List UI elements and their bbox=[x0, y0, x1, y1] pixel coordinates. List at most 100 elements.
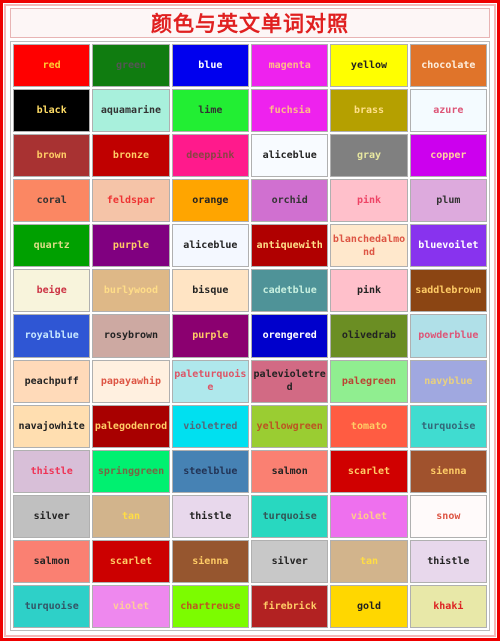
color-cell: turquoise bbox=[13, 584, 91, 628]
color-cell: snow bbox=[409, 494, 487, 538]
color-cell: orange bbox=[171, 179, 249, 223]
color-name-label: purple bbox=[192, 330, 229, 342]
color-table-wrapper: red green blue magenta yellow chocolate black a… bbox=[10, 41, 490, 631]
color-cell: salmon bbox=[13, 539, 91, 583]
color-name-label: sienna bbox=[192, 555, 229, 567]
color-cell: orengered bbox=[251, 314, 329, 358]
color-cell: steelblue bbox=[171, 449, 249, 493]
color-name-label: thistle bbox=[427, 555, 470, 567]
color-cell: peachpuff bbox=[13, 359, 91, 403]
color-name-label: thistle bbox=[30, 465, 73, 477]
color-cell: powderblue bbox=[409, 314, 487, 358]
color-name-label: bronze bbox=[112, 150, 150, 162]
color-name-label: aquamarine bbox=[100, 105, 162, 117]
color-cell: gold bbox=[330, 584, 408, 628]
color-name-label: sienna bbox=[430, 465, 467, 477]
color-cell: silver bbox=[13, 494, 91, 538]
color-name-label: orengered bbox=[262, 330, 317, 342]
color-name-label: azure bbox=[433, 105, 464, 117]
color-name-label: springgreen bbox=[97, 465, 165, 477]
color-name-label: firebrick bbox=[262, 600, 317, 612]
color-cell: scarlet bbox=[330, 449, 408, 493]
color-cell: gray bbox=[330, 134, 408, 178]
color-name-label: blue bbox=[198, 60, 223, 72]
color-name-label: yellow bbox=[350, 60, 388, 72]
color-cell: purple bbox=[92, 224, 170, 268]
color-cell: lime bbox=[171, 89, 249, 133]
color-cell: antiquewith bbox=[251, 224, 329, 268]
color-name-label: papayawhip bbox=[100, 375, 162, 387]
color-cell: papayawhip bbox=[92, 359, 170, 403]
color-name-label: salmon bbox=[33, 555, 70, 567]
color-name-label: lime bbox=[198, 105, 223, 117]
color-cell: aliceblue bbox=[171, 224, 249, 268]
color-name-label: navyblue bbox=[424, 375, 473, 387]
color-cell: coral bbox=[13, 179, 91, 223]
color-cell: beige bbox=[13, 269, 91, 313]
color-cell: copper bbox=[409, 134, 487, 178]
color-cell: brown bbox=[13, 134, 91, 178]
color-cell: palegreen bbox=[330, 359, 408, 403]
color-reference-page: 颜色与英文单词对照 red green blue magenta yellow choco… bbox=[0, 0, 500, 641]
color-name-label: khaki bbox=[433, 600, 464, 612]
color-name-label: brown bbox=[36, 150, 67, 162]
color-table: red green blue magenta yellow chocolate black a… bbox=[13, 44, 487, 628]
color-cell: olivedrab bbox=[330, 314, 408, 358]
color-name-label: peachpuff bbox=[24, 375, 79, 387]
color-cell: feldspar bbox=[92, 179, 170, 223]
color-name-label: turquoise bbox=[262, 510, 317, 522]
color-cell: khaki bbox=[409, 584, 487, 628]
color-name-label: navajowhite bbox=[18, 420, 85, 432]
color-name-label: deeppink bbox=[186, 150, 235, 162]
color-name-label: aliceblue bbox=[262, 150, 317, 162]
color-name-label: chocolate bbox=[421, 60, 476, 72]
color-cell: saddlebrown bbox=[409, 269, 487, 313]
color-cell: salmon bbox=[251, 449, 329, 493]
color-cell: blue bbox=[171, 44, 249, 88]
color-cell: silver bbox=[251, 539, 329, 583]
color-name-label: feldspar bbox=[106, 195, 156, 207]
color-name-label: paleturquoise bbox=[174, 369, 247, 394]
color-name-label: brass bbox=[353, 105, 385, 117]
color-cell: royalblue bbox=[13, 314, 91, 358]
color-name-label: plum bbox=[436, 195, 461, 207]
color-name-label: burlywood bbox=[103, 285, 159, 297]
frame-inner: 颜色与英文单词对照 red green blue magenta yellow choco… bbox=[4, 4, 496, 637]
color-name-label: royalblue bbox=[24, 330, 79, 342]
color-name-label: powderblue bbox=[418, 330, 479, 342]
color-cell: deeppink bbox=[171, 134, 249, 178]
color-cell: bisque bbox=[171, 269, 249, 313]
color-cell: yellowgreen bbox=[251, 404, 329, 448]
color-cell: yellow bbox=[330, 44, 408, 88]
color-cell: paleturquoise bbox=[171, 359, 249, 403]
color-cell: purple bbox=[171, 314, 249, 358]
color-cell: chartreuse bbox=[171, 584, 249, 628]
color-name-label: palevioletred bbox=[253, 369, 326, 394]
color-name-label: cadetblue bbox=[262, 285, 317, 297]
color-name-label: snow bbox=[436, 510, 461, 522]
color-name-label: fuchsia bbox=[268, 105, 311, 117]
color-name-label: blanchedalmond bbox=[332, 233, 406, 258]
color-name-label: bluevoilet bbox=[418, 240, 479, 252]
color-name-label: saddlebrown bbox=[415, 285, 482, 297]
color-name-label: rosybrown bbox=[103, 330, 159, 342]
color-cell: azure bbox=[409, 89, 487, 133]
color-cell: burlywood bbox=[92, 269, 170, 313]
color-name-label: silver bbox=[271, 555, 308, 567]
color-cell: bluevoilet bbox=[409, 224, 487, 268]
color-name-label: tan bbox=[121, 510, 141, 522]
color-cell: cadetblue bbox=[251, 269, 329, 313]
color-cell: aliceblue bbox=[251, 134, 329, 178]
color-name-label: turquoise bbox=[24, 600, 79, 612]
color-cell: violet bbox=[330, 494, 408, 538]
color-name-label: orchid bbox=[271, 195, 308, 207]
color-name-label: turquoise bbox=[421, 420, 476, 432]
color-cell: aquamarine bbox=[92, 89, 170, 133]
color-cell: thistle bbox=[13, 449, 91, 493]
color-name-label: copper bbox=[430, 150, 467, 162]
color-cell: rosybrown bbox=[92, 314, 170, 358]
color-name-label: pink bbox=[356, 285, 382, 297]
color-cell: bronze bbox=[92, 134, 170, 178]
color-name-label: purple bbox=[112, 240, 150, 252]
color-name-label: yellowgreen bbox=[256, 420, 323, 432]
